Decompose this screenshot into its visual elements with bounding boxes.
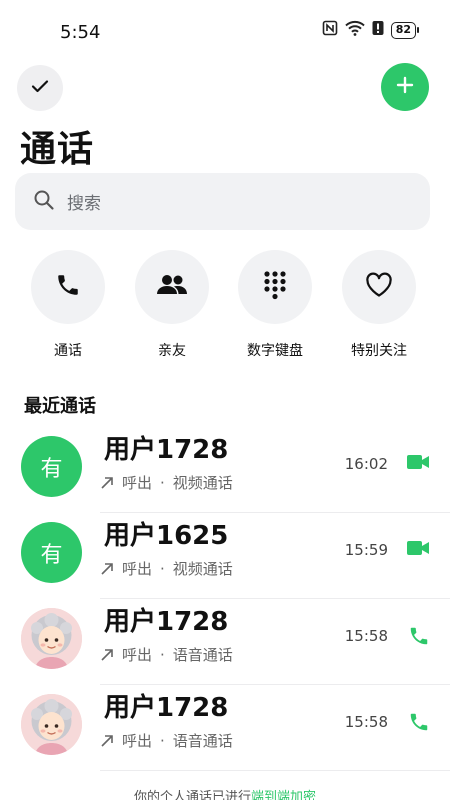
quick-action-family[interactable]: 亲友: [127, 250, 217, 360]
call-details: 呼出 · 视频通话: [100, 558, 233, 579]
quick-action-circle[interactable]: [31, 250, 105, 324]
row-divider: [100, 770, 450, 771]
people-icon: [156, 272, 188, 302]
video-call-icon: [406, 453, 430, 475]
plus-icon: [395, 75, 415, 99]
outgoing-arrow-icon: [100, 476, 114, 490]
call-time: 16:02: [344, 455, 388, 473]
call-time: 15:59: [344, 541, 388, 559]
quick-action-label: 亲友: [158, 343, 186, 359]
call-name: 用户1728: [104, 435, 229, 465]
call-direction: 呼出: [122, 732, 153, 750]
footer-text: 你的个人通话已进行: [133, 790, 251, 800]
quick-action-circle[interactable]: [238, 250, 312, 324]
separator-dot: ·: [160, 731, 165, 750]
status-time: 5:54: [60, 22, 101, 43]
call-name: 用户1728: [104, 693, 229, 723]
quick-action-dialpad[interactable]: 数字键盘: [230, 250, 320, 360]
call-time: 15:58: [344, 713, 388, 731]
encryption-link[interactable]: 端到端加密: [251, 790, 316, 800]
quick-action-calls[interactable]: 通话: [23, 250, 113, 360]
call-row[interactable]: 用户1728 呼出 · 语音通话 15:58: [0, 685, 450, 771]
outgoing-arrow-icon: [100, 648, 114, 662]
grandma-avatar-icon: [21, 694, 82, 755]
call-direction: 呼出: [122, 560, 153, 578]
call-row[interactable]: 有 用户1625 呼出 · 视频通话 15:59: [0, 513, 450, 599]
call-time: 15:58: [344, 627, 388, 645]
search-icon: [33, 189, 55, 215]
call-row[interactable]: 有 用户1728 呼出 · 视频通话 16:02: [0, 427, 450, 513]
phone-icon: [408, 711, 430, 737]
avatar: 有: [21, 436, 82, 497]
check-icon: [30, 76, 50, 100]
nfc-icon: [322, 20, 338, 40]
select-button[interactable]: [17, 65, 63, 111]
quick-action-label: 通话: [54, 343, 82, 359]
call-kind: 语音通话: [172, 732, 233, 750]
separator-dot: ·: [160, 473, 165, 492]
search-input[interactable]: 搜索: [15, 173, 430, 230]
phone-icon: [55, 272, 81, 302]
call-details: 呼出 · 语音通话: [100, 730, 233, 751]
video-call-icon: [406, 539, 430, 561]
outgoing-arrow-icon: [100, 562, 114, 576]
dialpad-icon: [263, 270, 287, 304]
heart-icon: [365, 272, 393, 302]
encryption-note: 你的个人通话已进行端到端加密: [0, 786, 450, 800]
quick-action-label: 特别关注: [351, 343, 407, 359]
call-details: 呼出 · 语音通话: [100, 644, 233, 665]
outgoing-arrow-icon: [100, 734, 114, 748]
avatar: [21, 694, 82, 755]
voice-call-button[interactable]: [408, 711, 430, 737]
separator-dot: ·: [160, 645, 165, 664]
quick-action-favorites[interactable]: 特别关注: [334, 250, 424, 360]
call-details: 呼出 · 视频通话: [100, 472, 233, 493]
video-call-button[interactable]: [406, 539, 430, 561]
status-icons: 82: [322, 20, 420, 40]
alert-icon: [372, 20, 384, 40]
status-bar: 5:54 82: [0, 0, 450, 60]
battery-indicator: 82: [390, 21, 420, 39]
phone-icon: [408, 625, 430, 651]
call-name: 用户1625: [104, 521, 229, 551]
recent-calls-heading: 最近通话: [24, 396, 96, 417]
call-direction: 呼出: [122, 646, 153, 664]
video-call-button[interactable]: [406, 453, 430, 475]
wifi-icon: [344, 20, 365, 40]
call-name: 用户1728: [104, 607, 229, 637]
page-title: 通话: [20, 129, 95, 170]
quick-action-label: 数字键盘: [247, 343, 303, 359]
quick-action-circle[interactable]: [342, 250, 416, 324]
quick-actions: 通话 亲友 数字键盘 特别关注: [0, 250, 450, 370]
grandma-avatar-icon: [21, 608, 82, 669]
call-kind: 视频通话: [172, 474, 233, 492]
call-direction: 呼出: [122, 474, 153, 492]
avatar: 有: [21, 522, 82, 583]
call-kind: 视频通话: [172, 560, 233, 578]
quick-action-circle[interactable]: [135, 250, 209, 324]
search-placeholder: 搜索: [67, 194, 101, 214]
add-button[interactable]: [381, 63, 429, 111]
separator-dot: ·: [160, 559, 165, 578]
avatar: [21, 608, 82, 669]
voice-call-button[interactable]: [408, 625, 430, 651]
call-kind: 语音通话: [172, 646, 233, 664]
call-row[interactable]: 用户1728 呼出 · 语音通话 15:58: [0, 599, 450, 685]
